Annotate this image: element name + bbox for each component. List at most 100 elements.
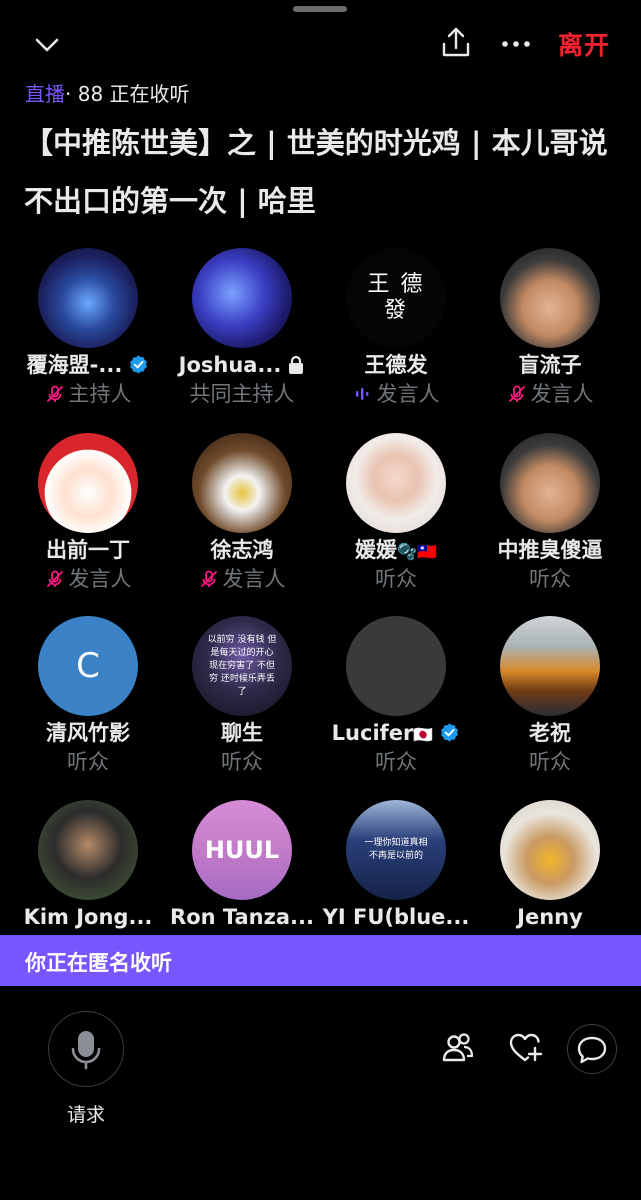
avatar	[38, 800, 138, 900]
avatar: 王 德 發	[346, 248, 446, 348]
avatar-text: 以前穷 没有钱 但是每天过的开心 现在穷害了 不但穷 还时候乐弄丢了	[207, 634, 277, 697]
participant[interactable]: 以前穷 没有钱 但是每天过的开心 现在穷害了 不但穷 还时候乐弄丢了聊生听众	[165, 616, 319, 776]
participant[interactable]: 盲流子发言人	[473, 248, 627, 408]
participant-role-text: 听众	[221, 750, 263, 774]
participant-name-text: 徐志鸿	[210, 538, 274, 562]
participant-name: 清风竹影	[11, 718, 165, 748]
participant[interactable]: Joshua... 共同主持人	[165, 248, 319, 408]
avatar: 一理你知道真相 不再是以前的	[346, 800, 446, 900]
participant-name-text: Joshua...	[178, 353, 282, 377]
participant[interactable]: 老祝 听众	[473, 616, 627, 776]
space-sheet: 离开 直播· 88 正在收听 【中推陈世美】之 | 世美的时光鸡 | 本儿哥说不…	[0, 0, 641, 1200]
participant[interactable]: 徐志鸿 发言人	[165, 433, 319, 593]
space-title: 【中推陈世美】之 | 世美的时光鸡 | 本儿哥说不出口的第一次 | 哈里	[24, 126, 608, 218]
participant-name: Ron Tanza...	[165, 902, 319, 932]
avatar-text: C	[76, 646, 100, 686]
participant-name-text: 中推臭傻逼	[497, 538, 603, 562]
participant-role-text: 发言人	[376, 382, 440, 406]
more-options-icon[interactable]	[500, 32, 532, 56]
avatar	[500, 433, 600, 533]
participant-role-text: 发言人	[530, 382, 594, 406]
avatar	[500, 616, 600, 716]
participants-icon[interactable]	[440, 1030, 476, 1066]
participant-name: Joshua...	[165, 350, 319, 380]
participant-name: 出前一丁	[11, 535, 165, 565]
participant-name: 覆海盟-...	[11, 350, 165, 380]
request-mic-button[interactable]	[48, 1011, 124, 1087]
participant-name-text: 盲流子	[518, 353, 582, 377]
avatar	[38, 433, 138, 533]
mic-muted-icon	[200, 570, 217, 587]
add-reaction-icon[interactable]	[507, 1030, 543, 1066]
sheet-grabber[interactable]	[293, 6, 347, 12]
participant-role-text: 听众	[529, 750, 571, 774]
participant-name: 中推臭傻逼	[473, 535, 627, 565]
participant-role-text: 听众	[375, 567, 417, 591]
participant-role-text: 听众	[67, 750, 109, 774]
mic-muted-icon	[46, 385, 63, 402]
participant[interactable]: C 清风竹影听众	[11, 616, 165, 776]
live-label: 直播	[25, 82, 65, 106]
listener-count: · 88 正在收听	[65, 82, 190, 106]
participant-name: YI FU(blue...	[319, 902, 473, 932]
avatar	[192, 248, 292, 348]
avatar: 以前穷 没有钱 但是每天过的开心 现在穷害了 不但穷 还时候乐弄丢了	[192, 616, 292, 716]
speaking-icon	[355, 388, 368, 400]
participant[interactable]: Lucifer🇯🇵 听众	[319, 616, 473, 776]
name-emoji: 🫧🇹🇼	[397, 542, 437, 561]
avatar	[500, 800, 600, 900]
comments-button[interactable]	[567, 1024, 617, 1074]
participant-name-text: Jenny	[517, 905, 583, 929]
participant-name-text: Lucifer	[331, 721, 414, 745]
request-label: 请求	[66, 1104, 105, 1126]
mic-muted-icon	[46, 570, 63, 587]
top-bar: 离开	[0, 22, 641, 66]
participant-name: 王德发	[319, 350, 473, 380]
participant[interactable]: 媛媛🫧🇹🇼 听众	[319, 433, 473, 593]
participant-role-text: 发言人	[68, 567, 132, 591]
participant[interactable]: 出前一丁发言人	[11, 433, 165, 593]
participant-role: 听众	[319, 748, 473, 776]
chevron-down-icon[interactable]	[32, 30, 62, 60]
participant-role-text: 听众	[529, 567, 571, 591]
live-status: 直播· 88 正在收听	[25, 78, 190, 107]
avatar	[346, 616, 446, 716]
participant-role: 听众	[319, 565, 473, 593]
participant-name-text: Ron Tanza...	[170, 905, 314, 929]
participant-name-text: 聊生	[221, 721, 263, 745]
avatar-text: HUUL	[204, 836, 280, 864]
participant-name: Lucifer🇯🇵	[319, 718, 473, 748]
participant-name-text: 覆海盟-...	[26, 353, 123, 377]
avatar-text: 一理你知道真相 不再是以前的	[364, 838, 428, 861]
participant-name-text: 出前一丁	[46, 538, 130, 562]
participant[interactable]: 覆海盟-... 主持人	[11, 248, 165, 408]
participant-name-text: 清风竹影	[46, 721, 130, 745]
participant[interactable]: 王 德 發王德发 发言人	[319, 248, 473, 408]
participant-name-text: 媛媛	[355, 538, 398, 562]
participant-name: Kim Jong...	[11, 902, 165, 932]
avatar	[38, 248, 138, 348]
mic-muted-icon	[508, 385, 525, 402]
avatar-text: 王 德 發	[367, 272, 425, 323]
participant-name: Jenny	[473, 902, 627, 932]
participant-name-text: Kim Jong...	[23, 905, 153, 929]
participant-role: 共同主持人	[165, 380, 319, 408]
participant-role: 听众	[473, 565, 627, 593]
participant-name-text: YI FU(blue...	[322, 905, 470, 929]
comment-bubble-icon	[577, 1036, 606, 1063]
lock-icon	[289, 355, 304, 374]
participant-role: 发言人	[11, 565, 165, 593]
avatar	[192, 433, 292, 533]
anonymous-banner-text: 你正在匿名收听	[25, 951, 172, 975]
participant[interactable]: 中推臭傻逼 听众	[473, 433, 627, 593]
share-icon[interactable]	[440, 26, 472, 60]
participant-role: 发言人	[165, 565, 319, 593]
verified-badge-icon	[441, 723, 459, 742]
participant-name: 聊生	[165, 718, 319, 748]
name-emoji: 🇯🇵	[413, 725, 434, 744]
avatar	[346, 433, 446, 533]
leave-button[interactable]: 离开	[558, 26, 610, 62]
avatar: C	[38, 616, 138, 716]
participant-name: 媛媛🫧🇹🇼	[319, 535, 473, 565]
microphone-icon	[71, 1030, 100, 1069]
